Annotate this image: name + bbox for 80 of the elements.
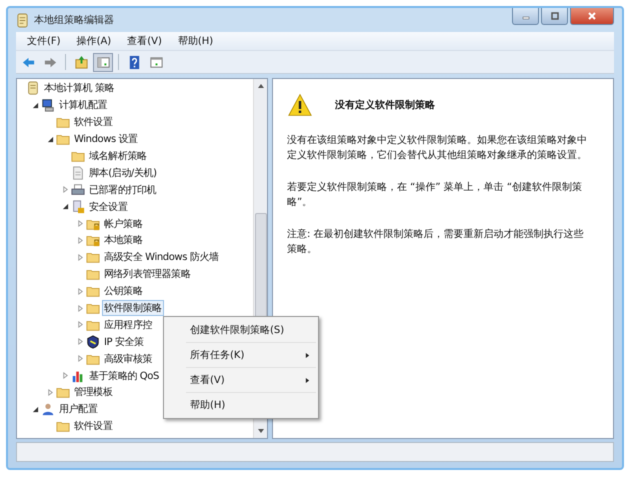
tree-item[interactable]: 软件限制策略 bbox=[102, 300, 164, 316]
tree-item[interactable]: 计算机配置 bbox=[57, 97, 110, 114]
tree-item[interactable]: 域名解析策略 bbox=[87, 148, 149, 164]
folder-icon bbox=[86, 267, 100, 282]
tree-item[interactable]: IP 安全策 bbox=[102, 334, 146, 350]
paragraph: 没有在该组策略对象中定义软件限制策略。如果您在该组策略对象中定义软件限制策略，它们会替代从其他组策略对象继承的策略设置。 bbox=[287, 134, 587, 163]
tree-item[interactable]: 本地计算机 策略 bbox=[42, 80, 116, 96]
scroll-up-icon[interactable] bbox=[256, 83, 264, 89]
shield-icon bbox=[86, 334, 100, 349]
menu-item[interactable]: 所有任务(K) bbox=[166, 344, 316, 366]
folder-up-icon bbox=[74, 54, 88, 70]
warning-icon bbox=[287, 93, 313, 117]
collapse-arrow-icon[interactable] bbox=[62, 203, 69, 210]
maximize-icon bbox=[550, 11, 560, 21]
tree-item[interactable]: 公钥策略 bbox=[102, 283, 144, 300]
menu-item[interactable]: 帮助(H) bbox=[166, 394, 316, 416]
user-icon bbox=[41, 402, 55, 416]
expand-arrow-icon[interactable] bbox=[77, 236, 84, 244]
tree-item[interactable]: 高级审核策 bbox=[102, 350, 154, 367]
folder-icon bbox=[86, 284, 100, 298]
window-title: 本地组策略编辑器 bbox=[34, 14, 114, 27]
folder-icon bbox=[56, 115, 70, 130]
collapse-arrow-icon[interactable] bbox=[32, 406, 39, 413]
scroll-icon bbox=[26, 81, 40, 96]
menu-item[interactable]: 文件(F) bbox=[20, 33, 68, 49]
menu-item[interactable]: 查看(V) bbox=[166, 369, 316, 391]
folder-icon bbox=[71, 149, 85, 163]
folder-icon bbox=[86, 301, 100, 316]
tree-item[interactable]: 本地策略 bbox=[102, 232, 144, 248]
tree-item[interactable]: 网络列表管理器策略 bbox=[102, 266, 192, 282]
minimize-button[interactable] bbox=[512, 8, 539, 25]
computer-icon bbox=[41, 98, 55, 112]
security-icon bbox=[71, 200, 85, 214]
close-icon bbox=[587, 11, 597, 21]
locked-folder-icon bbox=[86, 233, 100, 248]
collapse-arrow-icon[interactable] bbox=[32, 102, 39, 109]
tree-view-button[interactable] bbox=[93, 52, 113, 72]
expand-arrow-icon[interactable] bbox=[47, 388, 54, 396]
tree-item[interactable]: 软件设置 bbox=[72, 418, 114, 434]
expand-arrow-icon[interactable] bbox=[62, 186, 69, 194]
expand-arrow-icon[interactable] bbox=[77, 338, 84, 346]
menu-item[interactable]: 帮助(H) bbox=[170, 33, 220, 49]
expand-arrow-icon[interactable] bbox=[77, 355, 84, 362]
paragraph: 注意: 在最初创建软件限制策略后，需要重新启动才能强制执行这些策略。 bbox=[287, 228, 585, 257]
tree-item[interactable]: 应用程序控 bbox=[102, 316, 154, 333]
details-heading: 没有定义软件限制策略 bbox=[335, 98, 435, 112]
printer-icon bbox=[71, 182, 85, 197]
folder-icon bbox=[56, 132, 70, 146]
expand-arrow-icon[interactable] bbox=[77, 304, 84, 312]
close-button[interactable] bbox=[570, 8, 614, 25]
folder-icon bbox=[86, 250, 100, 264]
tree-item[interactable]: 已部署的打印机 bbox=[87, 182, 158, 198]
maximize-button[interactable] bbox=[541, 8, 568, 25]
tree-item[interactable]: 管理模板 bbox=[72, 384, 114, 400]
bar-chart-icon bbox=[71, 368, 85, 383]
menu-item[interactable]: 操作(A) bbox=[70, 33, 118, 49]
expand-arrow-icon[interactable] bbox=[77, 220, 84, 228]
tree-item[interactable]: 高级安全 Windows 防火墙 bbox=[102, 249, 221, 266]
menu-item[interactable]: 创建软件限制策略(S) bbox=[166, 319, 316, 341]
menu-item[interactable]: 查看(V) bbox=[120, 33, 169, 49]
document-icon bbox=[71, 166, 85, 180]
tree-item[interactable]: 安全设置 bbox=[87, 198, 130, 215]
tree-item[interactable]: 用户配置 bbox=[57, 401, 100, 418]
expand-arrow-icon[interactable] bbox=[62, 372, 69, 380]
scroll-icon bbox=[16, 12, 29, 28]
scroll-down-icon[interactable] bbox=[256, 428, 264, 434]
expand-arrow-icon[interactable] bbox=[77, 288, 84, 295]
expand-arrow-icon[interactable] bbox=[77, 321, 84, 328]
pane-view-icon bbox=[148, 54, 164, 70]
expand-arrow-icon[interactable] bbox=[77, 254, 84, 261]
tree-item[interactable]: 帐户策略 bbox=[102, 216, 144, 232]
collapse-arrow-icon[interactable] bbox=[47, 136, 54, 143]
tree-view-icon bbox=[96, 54, 110, 70]
paragraph: 若要定义软件限制策略，在 “操作” 菜单上，单击 “创建软件限制策略”。 bbox=[287, 180, 584, 210]
tree-item[interactable]: 基于策略的 QoS bbox=[87, 368, 161, 384]
tree-item[interactable]: 脚本(启动/关机) bbox=[87, 164, 159, 181]
folder-icon bbox=[56, 385, 70, 400]
tree-item[interactable]: Windows 设置 bbox=[72, 131, 140, 148]
tree-item[interactable]: 软件设置 bbox=[72, 114, 114, 130]
folder-icon bbox=[56, 419, 70, 434]
